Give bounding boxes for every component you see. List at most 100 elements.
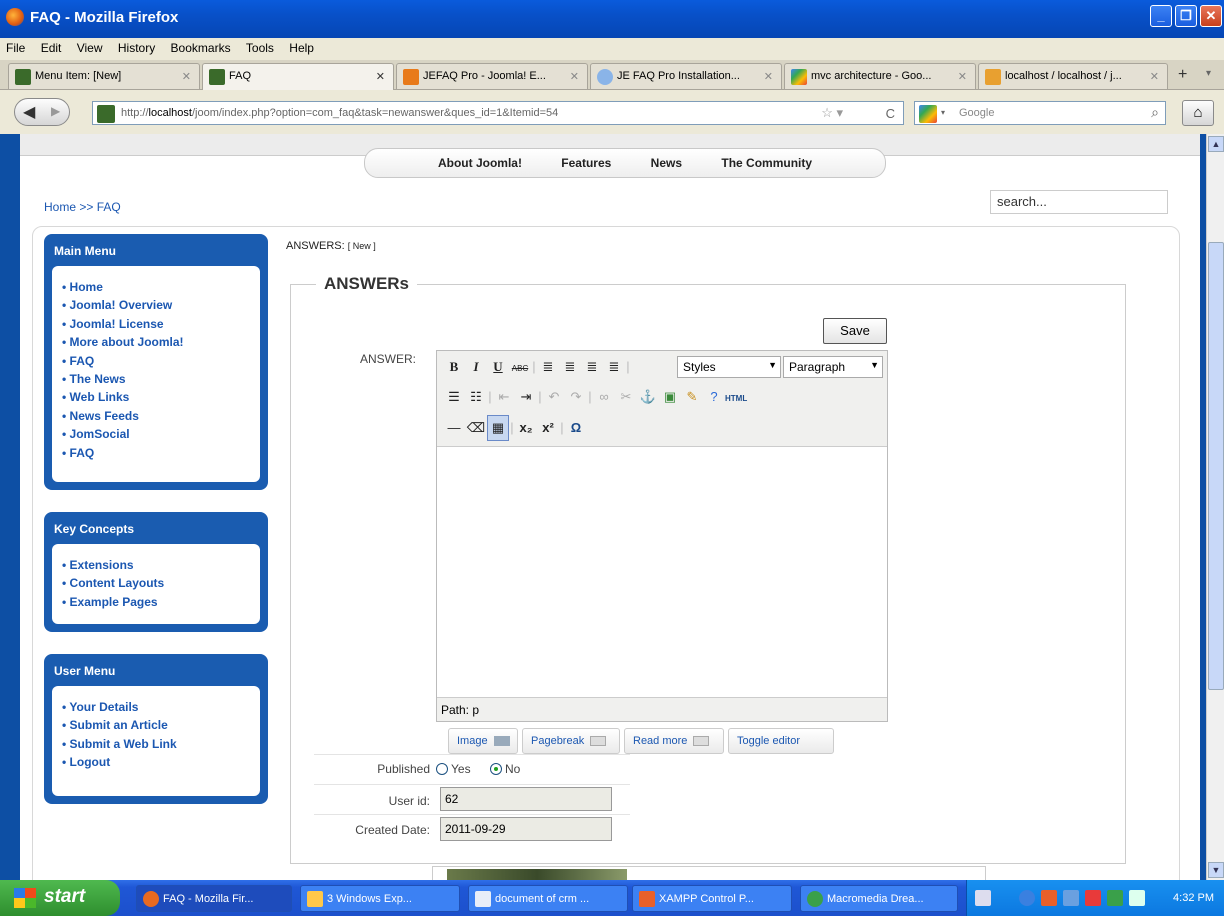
back-tray-icon[interactable] — [1019, 890, 1035, 906]
cleanup-icon[interactable]: ✎ — [681, 385, 703, 409]
align-center-icon[interactable]: ≣ — [559, 355, 581, 379]
bold-icon[interactable]: B — [443, 355, 465, 379]
menu-link-weblinks[interactable]: Web Links — [62, 388, 260, 406]
numbered-list-icon[interactable]: ☷ — [465, 385, 487, 409]
tab-close-icon[interactable]: ✕ — [958, 70, 967, 83]
advert-banner[interactable] — [432, 866, 986, 880]
tab-close-icon[interactable]: ✕ — [764, 70, 773, 83]
special-chars-icon[interactable]: Ω — [565, 416, 587, 440]
menu-link-license[interactable]: Joomla! License — [62, 315, 260, 333]
menu-tools[interactable]: Tools — [240, 38, 280, 55]
tab-jefaq[interactable]: JEFAQ Pro - Joomla! E... ✕ — [396, 63, 588, 89]
unlink-icon[interactable]: ✂ — [615, 385, 637, 409]
update-tray-icon[interactable] — [1107, 890, 1123, 906]
menu-edit[interactable]: Edit — [35, 38, 68, 55]
menu-file[interactable]: File — [0, 38, 31, 55]
eraser-icon[interactable]: ⌫ — [465, 416, 487, 440]
tab-close-icon[interactable]: ✕ — [1150, 70, 1159, 83]
start-button[interactable]: start — [0, 880, 120, 916]
menu-link-more[interactable]: More about Joomla! — [62, 333, 260, 351]
link-icon[interactable]: ∞ — [593, 385, 615, 409]
reload-icon[interactable]: C — [886, 106, 895, 121]
search-bar[interactable]: ▾ Google ⌕ — [914, 101, 1166, 125]
image-icon[interactable]: ▣ — [659, 385, 681, 409]
close-button[interactable]: ✕ — [1200, 5, 1222, 27]
paragraph-select[interactable]: Paragraph ▼ — [783, 356, 883, 378]
forward-arrow-icon[interactable]: ▶ — [51, 104, 60, 118]
read-more-button[interactable]: Read more — [624, 728, 724, 754]
created-date-field[interactable]: 2011-09-29 — [440, 817, 612, 841]
menu-history[interactable]: History — [112, 38, 161, 55]
menu-link-submit-weblink[interactable]: Submit a Web Link — [62, 735, 260, 753]
url-bar[interactable]: http://localhost/joom/index.php?option=c… — [92, 101, 904, 125]
scroll-thumb[interactable] — [1208, 242, 1224, 690]
horizontal-rule-icon[interactable]: — — [443, 416, 465, 440]
visual-aid-icon[interactable]: ▦ — [487, 415, 509, 441]
strikethrough-icon[interactable]: ABC — [509, 357, 531, 381]
tab-close-icon[interactable]: ✕ — [376, 70, 385, 83]
menu-link-newsfeeds[interactable]: News Feeds — [62, 407, 260, 425]
scroll-up-icon[interactable]: ▲ — [1208, 136, 1224, 152]
menu-help[interactable]: Help — [283, 38, 320, 55]
vertical-scrollbar[interactable]: ▲ ▼ — [1206, 134, 1224, 880]
align-left-icon[interactable]: ≣ — [537, 355, 559, 379]
menu-view[interactable]: View — [71, 38, 109, 55]
redo-icon[interactable]: ↷ — [565, 385, 587, 409]
anchor-icon[interactable]: ⚓ — [637, 385, 659, 409]
menu-link-example-pages[interactable]: Example Pages — [62, 593, 260, 611]
tab-close-icon[interactable]: ✕ — [182, 70, 191, 83]
topnav-about-joomla[interactable]: About Joomla! — [420, 149, 540, 170]
indent-icon[interactable]: ⇥ — [515, 385, 537, 409]
google-engine-icon[interactable] — [919, 105, 937, 123]
site-identity-icon[interactable] — [97, 105, 115, 123]
menu-link-news[interactable]: The News — [62, 370, 260, 388]
help-tray-icon[interactable] — [975, 890, 991, 906]
xampp-tray-icon[interactable] — [1041, 890, 1057, 906]
task-dreamweaver[interactable]: Macromedia Drea... — [800, 885, 958, 912]
breadcrumb[interactable]: Home >> FAQ — [44, 200, 121, 214]
network-tray-icon[interactable] — [1063, 890, 1079, 906]
tab-phpmyadmin[interactable]: localhost / localhost / j... ✕ — [978, 63, 1168, 89]
back-forward-buttons[interactable]: ◀ ▶ — [14, 98, 70, 126]
pagebreak-button[interactable]: Pagebreak — [522, 728, 620, 754]
bookmark-star-icon[interactable]: ☆ ▾ — [821, 105, 843, 121]
tab-installation[interactable]: JE FAQ Pro Installation... ✕ — [590, 63, 782, 89]
html-icon[interactable]: HTML — [725, 387, 747, 411]
menu-link-jomsocial[interactable]: JomSocial — [62, 425, 260, 443]
task-firefox[interactable]: FAQ - Mozilla Fir... — [136, 885, 292, 912]
menu-link-your-details[interactable]: Your Details — [62, 698, 260, 716]
menu-link-content-layouts[interactable]: Content Layouts — [62, 574, 260, 592]
search-tray-icon[interactable] — [1085, 890, 1101, 906]
minimize-button[interactable]: _ — [1150, 5, 1172, 27]
bullet-list-icon[interactable]: ☰ — [443, 385, 465, 409]
tab-list-chevron-icon[interactable]: ▾ — [1206, 68, 1211, 79]
subscript-icon[interactable]: x₂ — [515, 416, 537, 440]
save-button[interactable]: Save — [823, 318, 887, 344]
search-icon[interactable]: ⌕ — [1151, 104, 1159, 121]
menu-link-overview[interactable]: Joomla! Overview — [62, 296, 260, 314]
menu-link-faq[interactable]: FAQ — [62, 352, 260, 370]
task-xampp[interactable]: XAMPP Control P... — [632, 885, 792, 912]
tab-close-icon[interactable]: ✕ — [570, 70, 579, 83]
italic-icon[interactable]: I — [465, 355, 487, 379]
tab-faq[interactable]: FAQ ✕ — [202, 63, 394, 90]
security-tray-icon[interactable] — [1129, 890, 1145, 906]
menu-link-submit-article[interactable]: Submit an Article — [62, 716, 260, 734]
styles-select[interactable]: Styles ▼ — [677, 356, 781, 378]
tab-menu-item[interactable]: Menu Item: [New] ✕ — [8, 63, 200, 89]
new-tab-plus-icon[interactable]: + — [1178, 66, 1187, 84]
superscript-icon[interactable]: x² — [537, 416, 559, 440]
menu-link-faq-2[interactable]: FAQ — [62, 444, 260, 462]
maximize-button[interactable]: ❐ — [1175, 5, 1197, 27]
scroll-down-icon[interactable]: ▼ — [1208, 862, 1224, 878]
topnav-community[interactable]: The Community — [703, 149, 830, 170]
menu-link-extensions[interactable]: Extensions — [62, 556, 260, 574]
published-yes-radio[interactable]: Yes — [436, 762, 471, 776]
editor-content-area[interactable] — [437, 447, 887, 697]
undo-icon[interactable]: ↶ — [543, 385, 565, 409]
topnav-news[interactable]: News — [633, 149, 700, 170]
user-id-field[interactable]: 62 — [440, 787, 612, 811]
task-explorer[interactable]: 3 Windows Exp... — [300, 885, 460, 912]
help-icon[interactable]: ? — [703, 385, 725, 409]
align-justify-icon[interactable]: ≣ — [603, 355, 625, 379]
